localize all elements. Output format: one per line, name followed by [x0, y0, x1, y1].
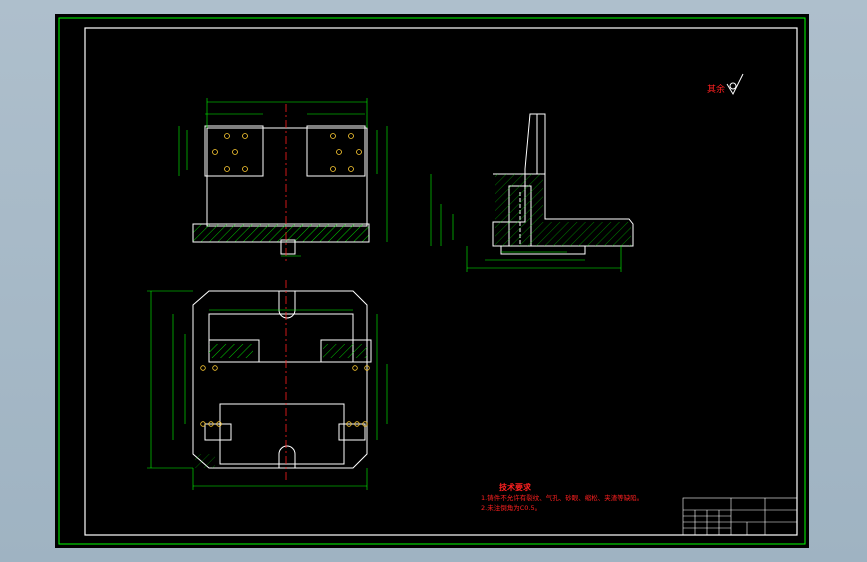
- roughness-note-text: 其余: [707, 83, 725, 95]
- roughness-note: 其余: [707, 73, 744, 96]
- inner-frame: [84, 27, 798, 536]
- top-dimensions: [147, 290, 388, 490]
- tech-req-item-2: 2.未注倒角为C0.5。: [481, 503, 541, 512]
- cad-viewport[interactable]: 其余 技术要求 1.铸件不允许有裂纹、气孔、砂眼、缩松、夹渣等缺陷。 2.未注倒…: [55, 14, 809, 548]
- title-block: [682, 497, 798, 536]
- top-view: [192, 290, 372, 469]
- technical-requirements: 技术要求 1.铸件不允许有裂纹、气孔、砂眼、缩松、夹渣等缺陷。 2.未注倒角为C…: [481, 482, 643, 512]
- drawing-sheet: 其余 技术要求 1.铸件不允许有裂纹、气孔、砂眼、缩松、夹渣等缺陷。 2.未注倒…: [58, 17, 806, 545]
- side-section-hatch: [495, 174, 631, 246]
- tech-req-item-1: 1.铸件不允许有裂纹、气孔、砂眼、缩松、夹渣等缺陷。: [481, 493, 643, 502]
- outer-frame: [58, 17, 806, 545]
- front-view: [192, 125, 370, 255]
- roughness-symbol-icon: [726, 73, 744, 96]
- tech-req-title: 技术要求: [499, 482, 532, 492]
